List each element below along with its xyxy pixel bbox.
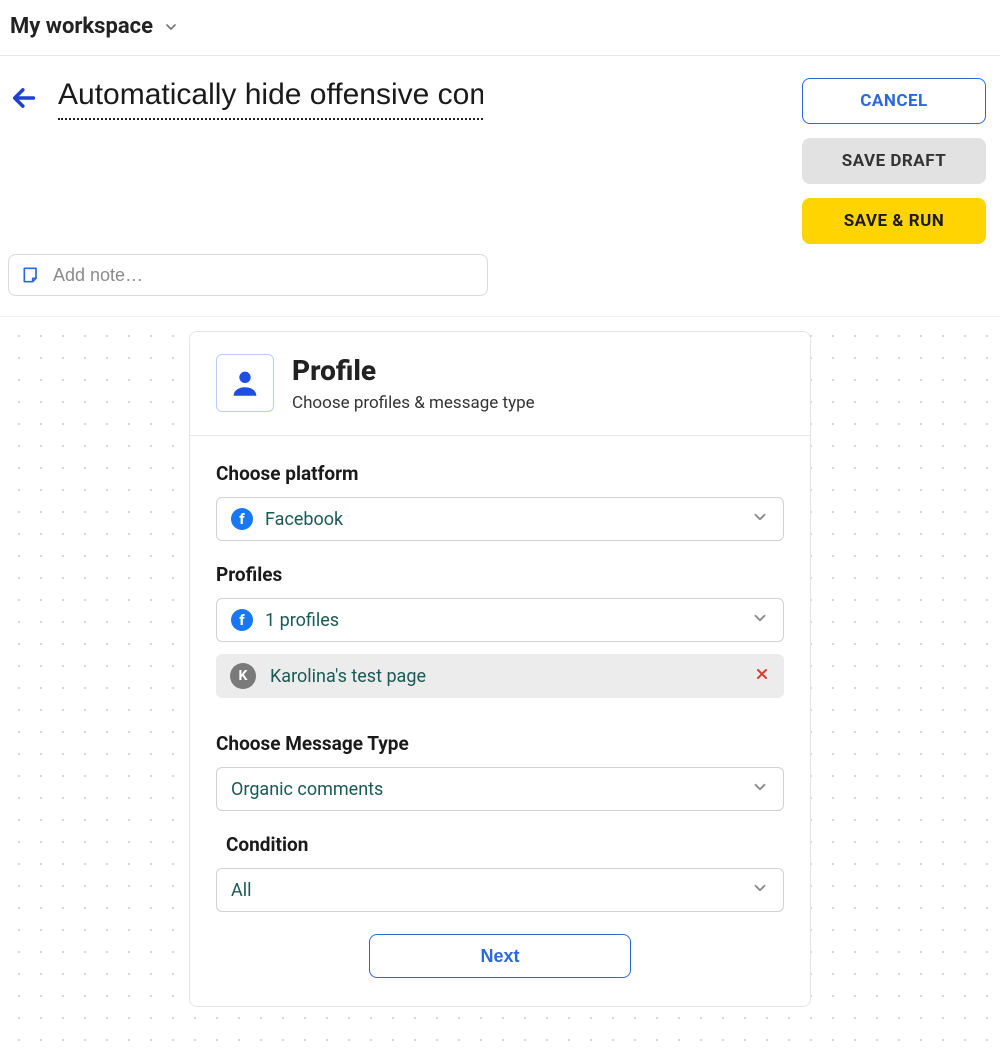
profiles-value: 1 profiles: [265, 610, 339, 631]
save-draft-button[interactable]: SAVE DRAFT: [802, 138, 986, 184]
card-body: Choose platform f Facebook Profiles f 1 …: [190, 436, 810, 1006]
card-header-text: Profile Choose profiles & message type: [292, 354, 535, 413]
note-icon: [21, 265, 41, 285]
platform-label: Choose platform: [216, 462, 784, 485]
cancel-button[interactable]: CANCEL: [802, 78, 986, 124]
selected-profile-name: Karolina's test page: [270, 666, 740, 687]
remove-profile-button[interactable]: [754, 666, 770, 687]
condition-select[interactable]: All: [216, 868, 784, 912]
chevron-down-icon: [751, 879, 769, 902]
message-type-select[interactable]: Organic comments: [216, 767, 784, 811]
workspace-name: My workspace: [10, 14, 153, 39]
note-input-wrap[interactable]: [8, 254, 488, 296]
note-row: [0, 254, 1000, 316]
card-title: Profile: [292, 354, 535, 387]
chevron-down-icon: [751, 778, 769, 801]
profile-icon: [216, 354, 274, 412]
automation-title-input[interactable]: [58, 78, 483, 120]
header-row: CANCEL SAVE DRAFT SAVE & RUN: [0, 56, 1000, 254]
platform-select[interactable]: f Facebook: [216, 497, 784, 541]
note-input[interactable]: [53, 265, 475, 286]
workspace-switcher[interactable]: My workspace: [10, 14, 179, 39]
facebook-icon: f: [231, 609, 253, 631]
platform-value: Facebook: [265, 509, 343, 530]
next-button[interactable]: Next: [369, 934, 631, 978]
action-buttons: CANCEL SAVE DRAFT SAVE & RUN: [802, 78, 986, 244]
back-button[interactable]: [10, 84, 38, 112]
card-header: Profile Choose profiles & message type: [190, 332, 810, 436]
canvas: Profile Choose profiles & message type C…: [0, 316, 1000, 1056]
message-type-label: Choose Message Type: [216, 732, 784, 755]
avatar: K: [230, 663, 256, 689]
card-subtitle: Choose profiles & message type: [292, 393, 535, 413]
title-wrap: [58, 78, 782, 120]
profiles-label: Profiles: [216, 563, 784, 586]
facebook-icon: f: [231, 508, 253, 530]
chevron-down-icon: [751, 508, 769, 531]
topbar: My workspace: [0, 0, 1000, 56]
profiles-select[interactable]: f 1 profiles: [216, 598, 784, 642]
save-run-button[interactable]: SAVE & RUN: [802, 198, 986, 244]
condition-label: Condition: [216, 833, 784, 856]
next-row: Next: [216, 912, 784, 978]
condition-value: All: [231, 880, 252, 901]
selected-profile-chip: K Karolina's test page: [216, 654, 784, 698]
chevron-down-icon: [163, 19, 179, 35]
chevron-down-icon: [751, 609, 769, 632]
profile-card: Profile Choose profiles & message type C…: [189, 331, 811, 1007]
message-type-value: Organic comments: [231, 779, 383, 800]
